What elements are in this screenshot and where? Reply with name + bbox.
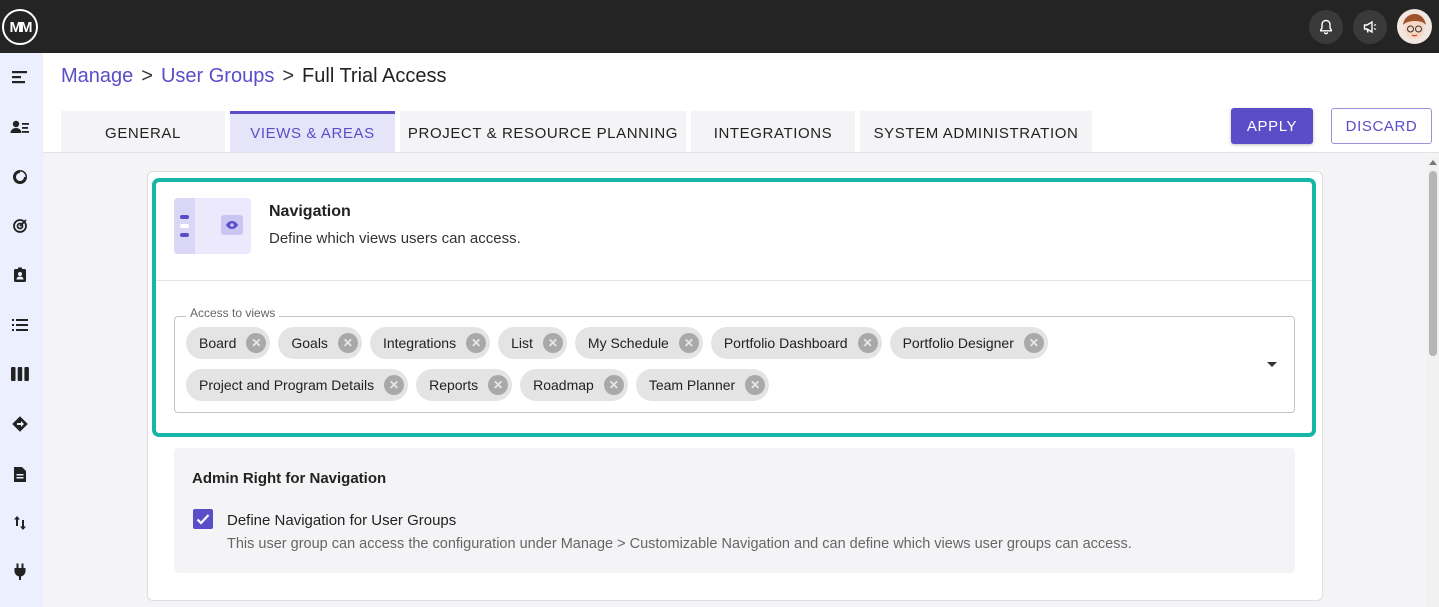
page-title: Full Trial Access bbox=[302, 65, 447, 87]
chip-remove-icon[interactable]: ✕ bbox=[337, 333, 358, 353]
chip-list: List ✕ bbox=[498, 327, 567, 359]
chip-remove-icon[interactable]: ✕ bbox=[246, 333, 267, 353]
avatar[interactable] bbox=[1397, 9, 1432, 44]
target-icon[interactable] bbox=[10, 216, 30, 236]
breadcrumb-separator: > bbox=[141, 65, 153, 87]
chip-project-program-details: Project and Program Details ✕ bbox=[186, 369, 409, 401]
scroll-thumb[interactable] bbox=[1429, 171, 1437, 356]
dashboard-icon[interactable] bbox=[10, 167, 30, 187]
divider bbox=[156, 280, 1312, 281]
chip-remove-icon[interactable]: ✕ bbox=[745, 375, 766, 395]
menu-icon[interactable] bbox=[10, 67, 30, 87]
breadcrumb-user-groups[interactable]: User Groups bbox=[161, 65, 274, 88]
chip-remove-icon[interactable]: ✕ bbox=[488, 375, 509, 395]
page-header: Manage > User Groups > Full Trial Access… bbox=[43, 53, 1439, 153]
navigation-description: Define which views users can access. bbox=[269, 230, 521, 247]
chip-remove-icon[interactable]: ✕ bbox=[678, 333, 699, 353]
board-icon[interactable] bbox=[10, 364, 30, 384]
define-navigation-checkbox[interactable] bbox=[193, 509, 213, 529]
chip-board: Board ✕ bbox=[186, 327, 271, 359]
scrollbar[interactable] bbox=[1427, 158, 1439, 607]
dropdown-arrow-icon[interactable] bbox=[1267, 362, 1277, 367]
chip-remove-icon[interactable]: ✕ bbox=[384, 375, 405, 395]
tab-bar: GENERAL VIEWS & AREAS PROJECT & RESOURCE… bbox=[61, 111, 1097, 152]
users-icon[interactable] bbox=[10, 117, 30, 137]
chip-remove-icon[interactable]: ✕ bbox=[857, 333, 878, 353]
navigation-title: Navigation bbox=[269, 203, 351, 220]
roadmap-icon[interactable] bbox=[10, 414, 30, 434]
sort-icon[interactable] bbox=[10, 513, 30, 533]
chip-my-schedule: My Schedule ✕ bbox=[574, 327, 703, 359]
chip-roadmap: Roadmap ✕ bbox=[520, 369, 628, 401]
list-icon[interactable] bbox=[10, 315, 30, 335]
admin-right-section bbox=[174, 448, 1295, 573]
define-navigation-label[interactable]: Define Navigation for User Groups bbox=[227, 512, 456, 529]
bell-icon[interactable] bbox=[1309, 10, 1343, 44]
navigation-illustration-icon bbox=[174, 198, 251, 254]
tab-project-resource-planning[interactable]: PROJECT & RESOURCE PLANNING bbox=[400, 111, 686, 152]
chip-remove-icon[interactable]: ✕ bbox=[603, 375, 624, 395]
document-icon[interactable] bbox=[10, 464, 30, 484]
breadcrumb-separator: > bbox=[282, 65, 295, 87]
apply-button[interactable]: APPLY bbox=[1231, 108, 1313, 144]
megaphone-icon[interactable] bbox=[1353, 10, 1387, 44]
chip-remove-icon[interactable]: ✕ bbox=[1023, 333, 1044, 353]
view-chips: Board ✕ Goals ✕ Integrations ✕ List ✕ My Sch… bbox=[186, 327, 1246, 401]
chip-goals: Goals ✕ bbox=[278, 327, 362, 359]
breadcrumb-manage[interactable]: Manage bbox=[61, 65, 133, 88]
chip-remove-icon[interactable]: ✕ bbox=[466, 333, 487, 353]
tab-general[interactable]: GENERAL bbox=[61, 111, 225, 152]
tab-views-areas[interactable]: VIEWS & AREAS bbox=[230, 111, 395, 152]
chip-integrations: Integrations ✕ bbox=[369, 327, 491, 359]
admin-right-title: Admin Right for Navigation bbox=[192, 470, 387, 487]
contact-icon[interactable] bbox=[10, 265, 30, 285]
tab-integrations[interactable]: INTEGRATIONS bbox=[691, 111, 855, 152]
eye-icon bbox=[221, 215, 243, 235]
chip-team-planner: Team Planner ✕ bbox=[635, 369, 770, 401]
breadcrumb: Manage > User Groups > Full Trial Access bbox=[61, 65, 447, 88]
plug-icon[interactable] bbox=[10, 562, 30, 582]
chip-portfolio-designer: Portfolio Designer ✕ bbox=[889, 327, 1048, 359]
sidebar bbox=[0, 53, 43, 607]
app-logo[interactable]: MM bbox=[2, 9, 38, 45]
access-to-views-label: Access to views bbox=[186, 306, 280, 320]
top-bar: MM bbox=[0, 0, 1439, 53]
chip-portfolio-dashboard: Portfolio Dashboard ✕ bbox=[710, 327, 882, 359]
chip-remove-icon[interactable]: ✕ bbox=[542, 333, 563, 353]
check-icon bbox=[196, 514, 210, 525]
scroll-up-arrow-icon[interactable] bbox=[1429, 160, 1437, 165]
discard-button[interactable]: DISCARD bbox=[1331, 108, 1432, 144]
chip-reports: Reports ✕ bbox=[416, 369, 513, 401]
tab-system-administration[interactable]: SYSTEM ADMINISTRATION bbox=[860, 111, 1092, 152]
define-navigation-description: This user group can access the configura… bbox=[227, 536, 1132, 552]
